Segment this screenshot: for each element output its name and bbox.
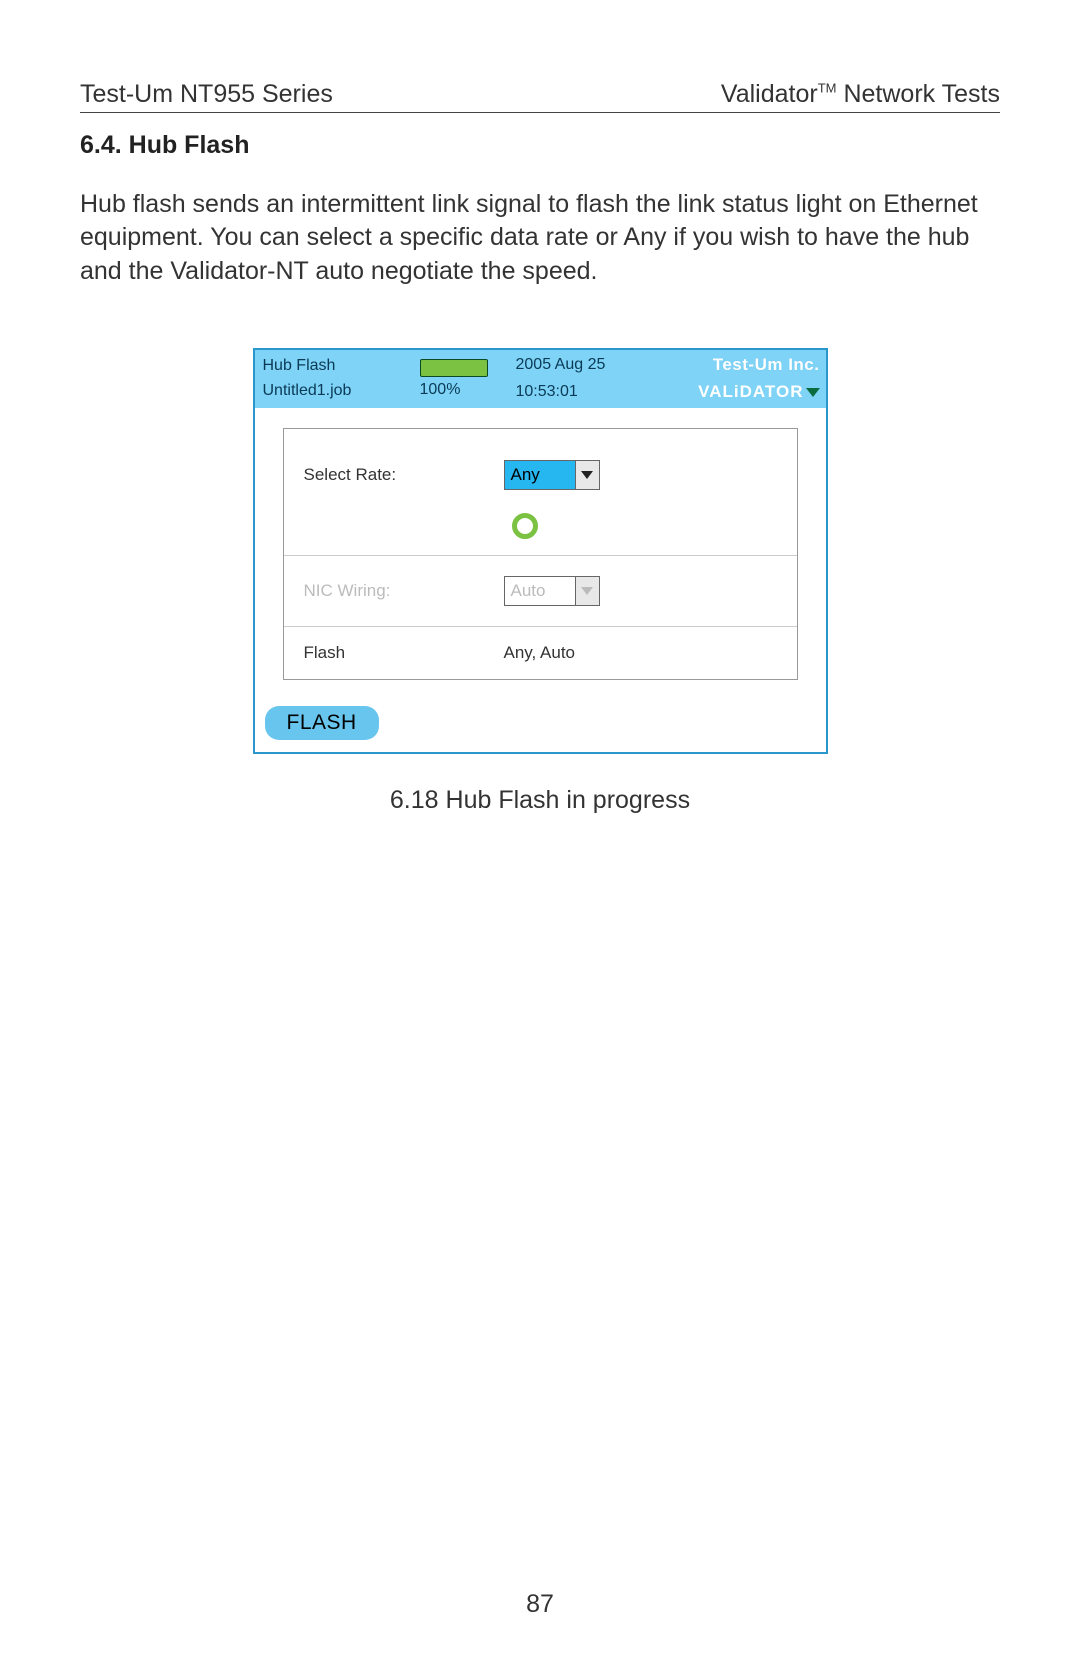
label-status: Flash [304, 643, 504, 663]
brand-top: Test-Um Inc. [713, 355, 820, 375]
dropdown-nic-wiring-value: Auto [505, 577, 575, 605]
device-job: Untitled1.job [263, 382, 412, 400]
device-header-left: Hub Flash Untitled1.job [255, 350, 420, 408]
page-number: 87 [0, 1590, 1080, 1619]
dropdown-nic-wiring-button [575, 577, 599, 605]
figure-wrap: Hub Flash Untitled1.job 100% 2005 Aug 25… [80, 348, 1000, 754]
label-select-rate: Select Rate: [304, 465, 504, 485]
device-body: Select Rate: Any NIC Wiring: [255, 408, 826, 696]
label-nic-wiring: NIC Wiring: [304, 581, 504, 601]
brand-bottom: VALiDATOR [698, 382, 819, 402]
row-select-rate: Select Rate: Any [284, 429, 797, 521]
brand-bottom-text: VALiDATOR [698, 382, 803, 402]
section-title: 6.4. Hub Flash [80, 131, 1000, 160]
header-divider [80, 112, 1000, 113]
device-header-right: 2005 Aug 25 Test-Um Inc. 10:53:01 VALiDA… [510, 350, 826, 408]
progress-spinner-icon [512, 513, 538, 539]
device-time: 10:53:01 [516, 383, 578, 401]
device-title: Hub Flash [263, 357, 412, 375]
value-nic-wiring: Auto [504, 576, 777, 606]
dropdown-nic-wiring: Auto [504, 576, 600, 606]
header-right: ValidatorTM Network Tests [721, 80, 1000, 109]
device-date: 2005 Aug 25 [516, 356, 606, 374]
chevron-down-icon [581, 471, 593, 479]
battery-icon [420, 359, 488, 377]
row-nic-wiring: NIC Wiring: Auto [284, 556, 797, 626]
section-body: Hub flash sends an intermittent link sig… [80, 188, 1000, 288]
dropdown-select-rate[interactable]: Any [504, 460, 600, 490]
chevron-down-icon [581, 587, 593, 595]
value-select-rate: Any [504, 460, 777, 490]
figure-caption: 6.18 Hub Flash in progress [80, 786, 1000, 815]
device-header: Hub Flash Untitled1.job 100% 2005 Aug 25… [255, 350, 826, 408]
battery-percent: 100% [420, 381, 461, 399]
dropdown-select-rate-button[interactable] [575, 461, 599, 489]
row-status: Flash Any, Auto [284, 627, 797, 679]
settings-panel: Select Rate: Any NIC Wiring: [283, 428, 798, 680]
value-status: Any, Auto [504, 643, 777, 663]
flash-button[interactable]: FLASH [265, 706, 379, 740]
device-header-mid: 100% [420, 350, 510, 408]
page-header: Test-Um NT955 Series ValidatorTM Network… [80, 80, 1000, 109]
header-right-suffix: Network Tests [837, 80, 1000, 108]
header-left: Test-Um NT955 Series [80, 80, 333, 109]
dropdown-select-rate-value: Any [505, 461, 575, 489]
device-screen: Hub Flash Untitled1.job 100% 2005 Aug 25… [253, 348, 828, 754]
header-right-prefix: Validator [721, 80, 818, 108]
trademark-symbol: TM [818, 81, 837, 96]
spinner-row [284, 513, 797, 555]
brand-triangle-icon [806, 388, 820, 397]
device-footer: FLASH [255, 696, 826, 752]
